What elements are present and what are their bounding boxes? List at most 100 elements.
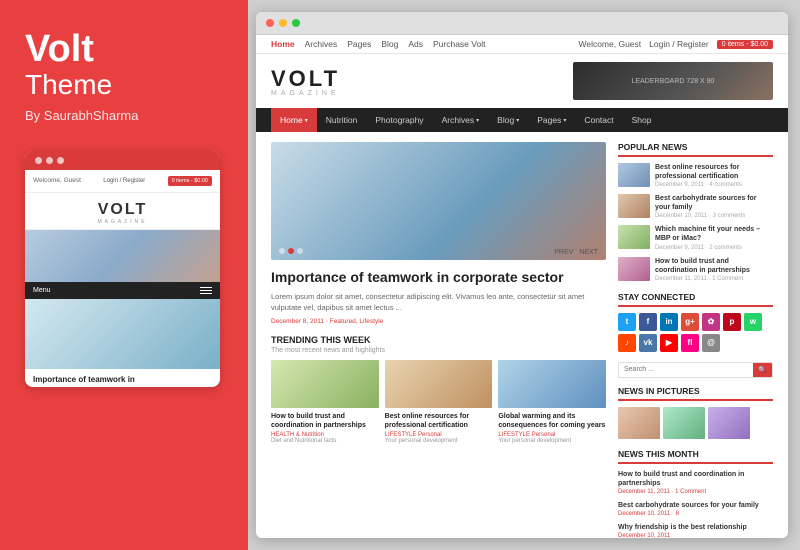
month-date-3: December 10, 2011 — [618, 533, 670, 538]
youtube-icon[interactable]: ▶ — [660, 334, 678, 352]
email-icon[interactable]: @ — [702, 334, 720, 352]
browser-dot-maximize[interactable] — [292, 19, 300, 27]
popular-item-title-3[interactable]: Which machine fit your needs – MBP or iM… — [655, 225, 773, 243]
top-nav: Home Archives Pages Blog Ads Purchase Vo… — [256, 35, 788, 54]
mobile-cart-btn[interactable]: 0 items - $0.00 — [168, 176, 212, 186]
popular-item-title-4[interactable]: How to build trust and coordination in p… — [655, 257, 773, 275]
mobile-dot-1 — [35, 157, 42, 164]
mobile-article-img — [25, 299, 220, 369]
slider-dot-3[interactable] — [297, 248, 303, 254]
popular-img-3 — [618, 225, 650, 249]
browser-dot-minimize[interactable] — [279, 19, 287, 27]
instagram-icon[interactable]: ✿ — [702, 313, 720, 331]
trending-item-1: How to build trust and coordination in p… — [271, 360, 379, 444]
nav-blog[interactable]: Blog — [381, 39, 398, 49]
soundcloud-icon[interactable]: ♪ — [618, 334, 636, 352]
popular-item-4: How to build trust and coordination in p… — [618, 257, 773, 282]
search-input[interactable] — [619, 363, 753, 377]
social-icons: t f in g+ ✿ p w ♪ vk ▶ fl @ — [618, 313, 773, 352]
facebook-icon[interactable]: f — [639, 313, 657, 331]
left-panel: Volt Theme By SaurabhSharma Welcome, Gue… — [0, 0, 248, 550]
nav-ads[interactable]: Ads — [408, 39, 423, 49]
mobile-menu-bar[interactable]: Menu — [25, 282, 220, 299]
popular-item-meta-2: December 10, 2011 · 3 comments — [655, 213, 773, 219]
popular-text-4: How to build trust and coordination in p… — [655, 257, 773, 282]
main-nav-home[interactable]: Home ▾ — [271, 108, 317, 132]
next-button[interactable]: NEXT — [579, 249, 598, 256]
nav-pages[interactable]: Pages — [347, 39, 371, 49]
main-nav-photography[interactable]: Photography — [366, 108, 432, 132]
flickr-icon[interactable]: fl — [681, 334, 699, 352]
slider-dot-2[interactable] — [288, 248, 294, 254]
trending-title-3[interactable]: Global warming and its consequences for … — [498, 412, 606, 430]
main-nav: Home ▾ Nutrition Photography Archives ▾ … — [256, 108, 788, 132]
nav-archives[interactable]: Archives — [305, 39, 338, 49]
article-meta: December 8, 2011 · Featured, Lifestyle — [271, 318, 606, 325]
site-logo-area: VOLT MAGAZINE — [271, 66, 340, 97]
site-logo-sub: MAGAZINE — [271, 90, 340, 97]
popular-item-meta-1: December 9, 2011 · 4 comments — [655, 182, 773, 188]
vk-icon[interactable]: vk — [639, 334, 657, 352]
month-item-title-1[interactable]: How to build trust and coordination in p… — [618, 470, 773, 488]
blog-arrow-icon: ▾ — [516, 117, 519, 124]
linkedin-icon[interactable]: in — [660, 313, 678, 331]
nav-home[interactable]: Home — [271, 39, 295, 49]
month-item-meta-3: December 10, 2011 — [618, 533, 773, 538]
browser-window: Home Archives Pages Blog Ads Purchase Vo… — [256, 12, 788, 538]
article-excerpt: Lorem ipsum dolor sit amet, consectetur … — [271, 291, 606, 314]
mobile-hamburger-icon — [200, 287, 212, 294]
pop-date-3: December 9, 2011 — [655, 245, 704, 251]
news-in-pictures-section: NEWS IN PICTURES — [618, 386, 773, 439]
search-button[interactable]: 🔍 — [753, 363, 772, 377]
popular-item-1: Best online resources for professional c… — [618, 163, 773, 188]
month-item-title-2[interactable]: Best carbohydrate sources for your famil… — [618, 501, 773, 510]
main-nav-shop[interactable]: Shop — [623, 108, 661, 132]
mobile-logo-area: VOLT MAGAZINE — [25, 193, 220, 230]
browser-dot-close[interactable] — [266, 19, 274, 27]
pop-date-4: December 11, 2011 — [655, 276, 707, 282]
month-item-meta-1: December 11, 2011 · 1 Comment — [618, 489, 773, 495]
slider-dot-1[interactable] — [279, 248, 285, 254]
mobile-login: Login / Register — [103, 178, 145, 184]
prev-button[interactable]: PREV — [554, 249, 573, 256]
main-nav-archives[interactable]: Archives ▾ — [433, 108, 489, 132]
login-register-link[interactable]: Login / Register — [649, 39, 709, 49]
brand-by: By SaurabhSharma — [25, 108, 223, 123]
pop-comments-2: 3 comments — [713, 213, 746, 219]
mobile-article-title: Importance of teamwork in — [25, 369, 220, 387]
article-title[interactable]: Importance of teamwork in corporate sect… — [271, 268, 606, 286]
mobile-dot-2 — [46, 157, 53, 164]
mobile-menu-label: Menu — [33, 287, 51, 294]
month-item-2: Best carbohydrate sources for your famil… — [618, 501, 773, 517]
brand-theme: Theme — [25, 68, 223, 102]
main-nav-blog[interactable]: Blog ▾ — [488, 108, 528, 132]
mobile-logo-text: VOLT — [25, 201, 220, 219]
leaderboard-ad: LEADERBOARD 728 X 90 — [573, 62, 773, 100]
main-nav-contact[interactable]: Contact — [575, 108, 622, 132]
month-item-title-3[interactable]: Why friendship is the best relationship — [618, 523, 773, 532]
month-comments-2: 8 — [676, 511, 679, 517]
nav-purchase[interactable]: Purchase Volt — [433, 39, 485, 49]
main-nav-nutrition[interactable]: Nutrition — [317, 108, 367, 132]
twitter-icon[interactable]: t — [618, 313, 636, 331]
trending-item-2: Best online resources for professional c… — [385, 360, 493, 444]
trending-img-3 — [498, 360, 606, 408]
popular-item-meta-3: December 9, 2011 · 2 comments — [655, 245, 773, 251]
cart-badge[interactable]: 0 items - $0.00 — [717, 40, 773, 49]
featured-slider: PREV NEXT — [271, 142, 606, 260]
news-in-pictures-title: NEWS IN PICTURES — [618, 386, 773, 401]
stay-connected-section: STAY CONNECTED t f in g+ ✿ p w ♪ vk ▶ — [618, 292, 773, 352]
main-nav-pages[interactable]: Pages ▾ — [528, 108, 575, 132]
mobile-hero-image — [25, 230, 220, 282]
pinterest-icon[interactable]: p — [723, 313, 741, 331]
pages-arrow-icon: ▾ — [563, 117, 566, 124]
googleplus-icon[interactable]: g+ — [681, 313, 699, 331]
article-category[interactable]: Featured, Lifestyle — [330, 318, 383, 325]
whatsapp-icon[interactable]: w — [744, 313, 762, 331]
popular-img-4 — [618, 257, 650, 281]
trending-title-2[interactable]: Best online resources for professional c… — [385, 412, 493, 430]
popular-item-title-2[interactable]: Best carbohydrate sources for your famil… — [655, 194, 773, 212]
popular-item-title-1[interactable]: Best online resources for professional c… — [655, 163, 773, 181]
site-logo: VOLT — [271, 66, 340, 92]
trending-title-1[interactable]: How to build trust and coordination in p… — [271, 412, 379, 430]
